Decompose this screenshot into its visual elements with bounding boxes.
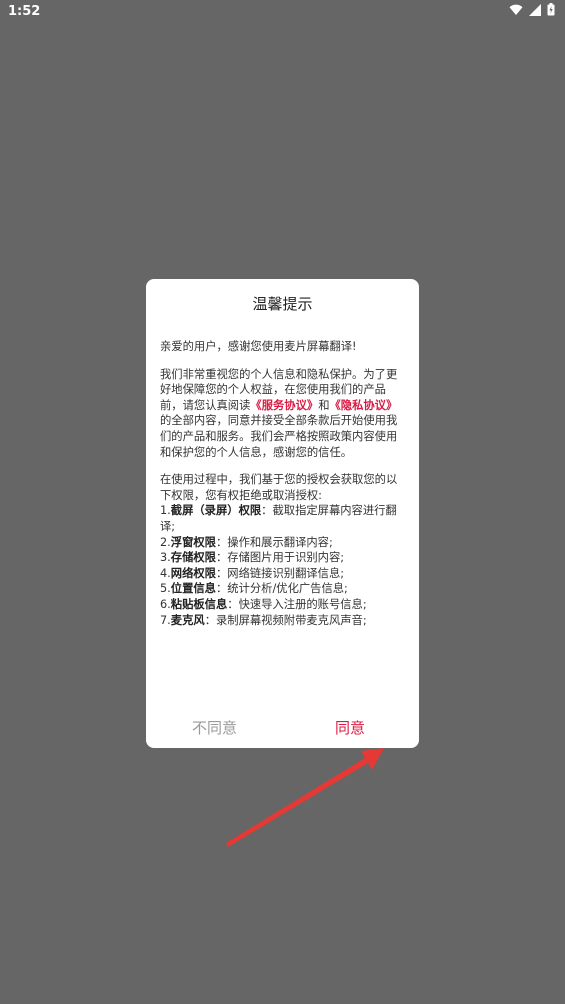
annotation-arrow (226, 748, 384, 847)
